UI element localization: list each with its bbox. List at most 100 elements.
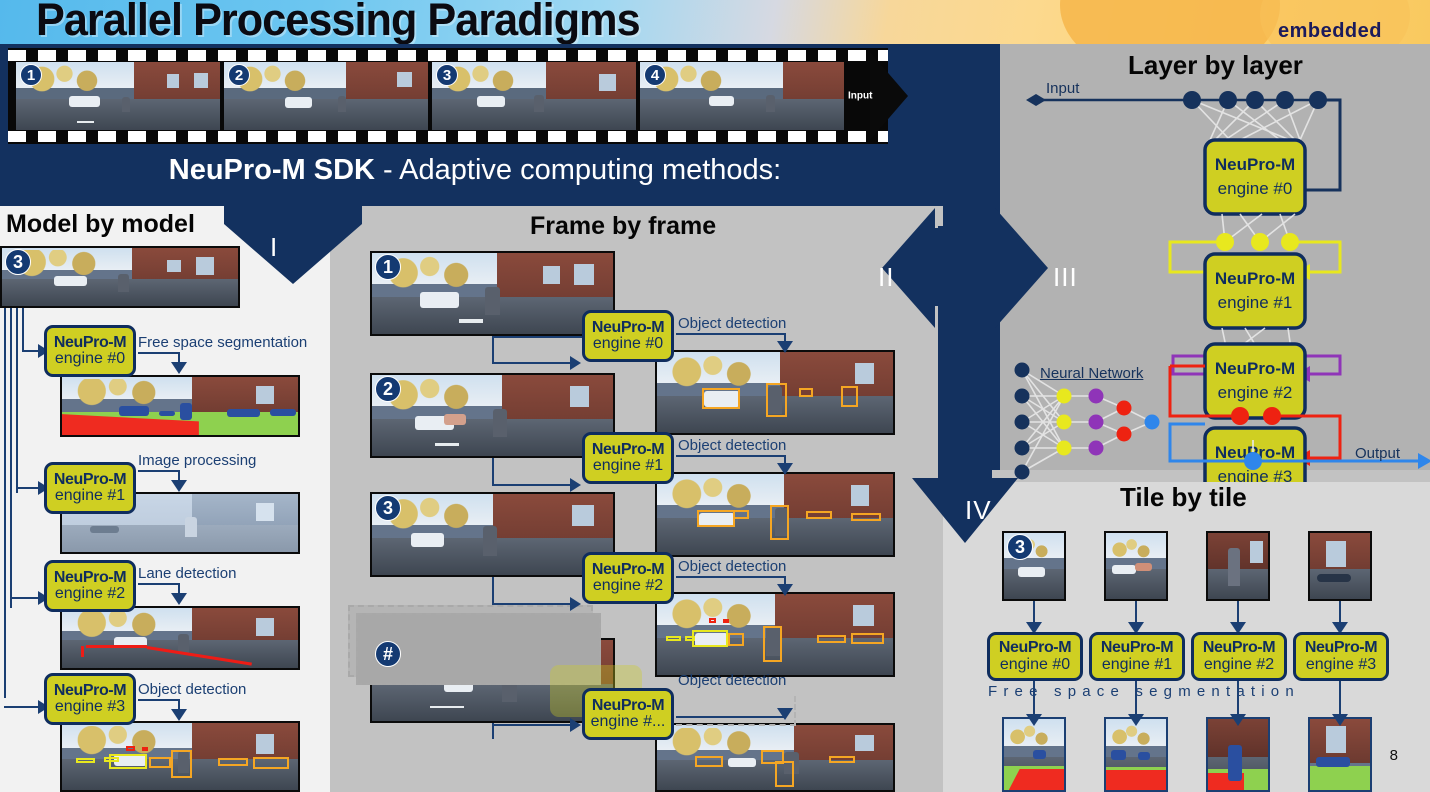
detection-box [125, 745, 136, 752]
task-connector [138, 699, 180, 701]
task-label-model-0: Free space segmentation [138, 334, 308, 351]
tile-out-arrowhead [1332, 714, 1348, 726]
tile-out-connector [1237, 681, 1239, 718]
frame-badge: 3 [375, 495, 401, 521]
engine-id: engine #3 [54, 698, 126, 715]
detection-box [701, 387, 740, 409]
engine-name: NeuPro-M [998, 639, 1072, 657]
film-perforations-bottom [8, 131, 888, 142]
engine-box-tile-1[interactable]: NeuPro-M engine #1 [1089, 632, 1185, 681]
frame-badge: 1 [375, 254, 401, 280]
sdk-title: NeuPro-M SDK - Adaptive computing method… [0, 154, 950, 187]
task-arrowhead [777, 708, 793, 720]
task-connector [138, 583, 180, 585]
task-label-frame-3: Object detection [678, 672, 787, 689]
film-perforations-top [8, 50, 888, 61]
tile-output-image-2 [1206, 717, 1270, 792]
engine-name: NeuPro-M [591, 696, 665, 714]
model-output-image-3 [60, 721, 300, 792]
tile-segmentation-scene [1106, 719, 1166, 790]
model-bus-line [16, 308, 18, 493]
engine-box-tile-3[interactable]: NeuPro-M engine #3 [1293, 632, 1389, 681]
frame-connector [492, 577, 494, 605]
engine-name-layer-0: NeuPro-M [1215, 155, 1295, 174]
frame-arrowhead [570, 478, 581, 492]
engine-id: engine #2 [592, 577, 664, 594]
film-frame-badge: 1 [20, 64, 42, 86]
detection-box [732, 509, 750, 520]
engine-id: engine #1 [54, 487, 126, 504]
engine-id: engine #... [590, 713, 666, 730]
sun-decor-icon [1060, 0, 1280, 44]
engine-name: NeuPro-M [1304, 639, 1378, 657]
task-label-model-3: Object detection [138, 681, 247, 698]
task-connector [138, 470, 180, 472]
engine-name: NeuPro-M [53, 681, 127, 699]
engine-box-frame-0[interactable]: NeuPro-M engine #0 [582, 310, 674, 362]
engine-box-model-0[interactable]: NeuPro-M engine #0 [44, 325, 136, 377]
engine-box-model-3[interactable]: NeuPro-M engine #3 [44, 673, 136, 725]
engine-box-frame-3[interactable]: NeuPro-M engine #... [582, 688, 674, 740]
tile-out-arrowhead [1128, 714, 1144, 726]
tile-segmentation-scene [1310, 719, 1370, 790]
engine-box-frame-1[interactable]: NeuPro-M engine #1 [582, 432, 674, 484]
detection-box [109, 753, 147, 769]
frame-badge: # [375, 641, 401, 667]
object-detection-scene [657, 594, 893, 675]
page-title: Parallel Processing Paradigms [36, 0, 641, 44]
tile-output-image-3 [1308, 717, 1372, 792]
engine-box-model-2[interactable]: NeuPro-M engine #2 [44, 560, 136, 612]
frame-input-image-0: 1 [370, 251, 615, 336]
frame-arrowhead [570, 597, 581, 611]
task-label-model-1: Image processing [138, 452, 257, 469]
frame-input-image-2: 3 [370, 492, 615, 577]
frame-connector [492, 362, 572, 364]
model-row-connector [10, 597, 40, 599]
street-scene [16, 62, 220, 130]
task-arrowhead [777, 341, 793, 353]
tile-output-image-1 [1104, 717, 1168, 792]
layer-output-label: Output [1355, 445, 1401, 462]
task-connector [676, 455, 786, 457]
tile-output-image-0 [1002, 717, 1066, 792]
detection-box [805, 511, 832, 520]
engine-box-frame-2[interactable]: NeuPro-M engine #2 [582, 552, 674, 604]
task-connector [138, 352, 180, 354]
model-output-image-2 [60, 606, 300, 670]
film-frame: 1 [16, 62, 220, 130]
layer-input-label: Input [1046, 80, 1080, 97]
film-frame-badge: 3 [436, 64, 458, 86]
frame-connector [492, 336, 494, 364]
task-arrowhead [777, 463, 793, 475]
detection-box [850, 632, 884, 645]
arrow-i-numeral: I [270, 232, 279, 262]
tile-scene [1310, 533, 1370, 599]
task-label-frame-0: Object detection [678, 315, 787, 332]
detection-box [692, 629, 728, 648]
tile-segmentation-scene [1208, 719, 1268, 790]
tile-out-arrowhead [1026, 714, 1042, 726]
model-bus-line [10, 308, 12, 608]
tile-scene [1208, 533, 1268, 599]
engine-box-model-1[interactable]: NeuPro-M engine #1 [44, 462, 136, 514]
detection-box [694, 756, 724, 767]
engine-name: NeuPro-M [591, 318, 665, 336]
task-connector [676, 333, 786, 335]
engine-box-tile-2[interactable]: NeuPro-M engine #2 [1191, 632, 1287, 681]
engine-name: NeuPro-M [1100, 639, 1174, 657]
tile-task-label: Free space segmentation [988, 683, 1300, 700]
engine-name-layer-1: NeuPro-M [1215, 269, 1295, 288]
detection-box [775, 761, 794, 788]
engine-id: engine #2 [1203, 655, 1275, 673]
engine-name: NeuPro-M [1202, 639, 1276, 657]
model-row-connector [4, 706, 40, 708]
slide-canvas: Parallel Processing Paradigms embedded 1 [0, 0, 1430, 792]
detection-box [170, 749, 192, 778]
sdk-title-rest: - Adaptive computing methods: [375, 154, 782, 186]
detection-box [763, 626, 783, 663]
detection-box [829, 756, 856, 763]
street-scene [2, 248, 238, 306]
frame-connector [492, 458, 494, 486]
engine-box-tile-0[interactable]: NeuPro-M engine #0 [987, 632, 1083, 681]
detection-box [149, 756, 171, 768]
